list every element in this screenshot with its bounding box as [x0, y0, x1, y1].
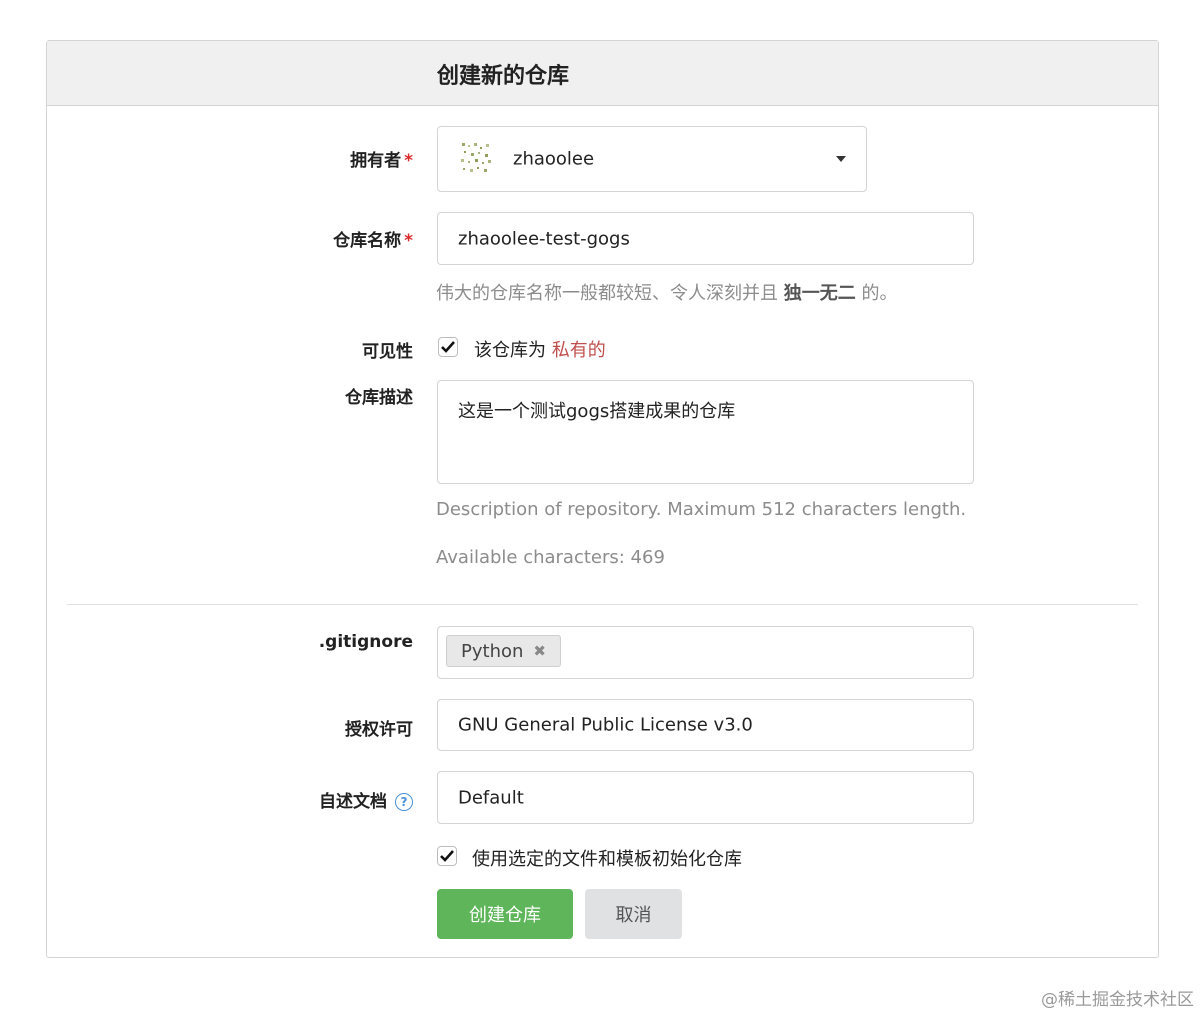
required-mark: * [404, 151, 413, 171]
description-help: Description of repository. Maximum 512 c… [436, 499, 967, 520]
panel-header: 创建新的仓库 [47, 41, 1158, 106]
dropdown-caret-icon [836, 156, 846, 162]
repo-name-label: 仓库名称 * [333, 231, 413, 251]
remove-chip-icon[interactable]: ✖ [533, 642, 546, 660]
visibility-label: 可见性 [362, 342, 413, 362]
description-value: 这是一个测试gogs搭建成果的仓库 [458, 401, 736, 422]
avatar [461, 143, 491, 172]
owner-name: zhaoolee [513, 148, 595, 170]
required-mark: * [404, 231, 413, 251]
owner-label: 拥有者 * [350, 151, 413, 171]
check-icon [440, 850, 454, 862]
create-repo-panel: 创建新的仓库 拥有者 * zhaoolee 仓库名称 * zhaoolee-test… [46, 40, 1159, 958]
private-checkbox-label[interactable]: 该仓库为 私有的 [474, 336, 606, 362]
license-label: 授权许可 [345, 720, 413, 740]
repo-name-help: 伟大的仓库名称一般都较短、令人深刻并且 独一无二 的。 [436, 283, 898, 304]
readme-label: 自述文档? [319, 787, 413, 812]
auto-init-checkbox[interactable] [437, 846, 457, 866]
license-select[interactable]: GNU General Public License v3.0 [437, 699, 974, 751]
gitignore-select[interactable]: Python ✖ [437, 626, 974, 679]
owner-dropdown[interactable]: zhaoolee [437, 126, 867, 192]
gitignore-chip[interactable]: Python ✖ [446, 635, 561, 667]
description-textarea[interactable]: 这是一个测试gogs搭建成果的仓库 [437, 380, 974, 484]
page-title: 创建新的仓库 [437, 64, 570, 89]
auto-init-label[interactable]: 使用选定的文件和模板初始化仓库 [472, 845, 742, 871]
watermark: @稀土掘金技术社区 [1041, 990, 1194, 1010]
repo-name-input[interactable]: zhaoolee-test-gogs [437, 212, 974, 265]
question-circle-icon[interactable]: ? [395, 793, 413, 811]
readme-select[interactable]: Default [437, 771, 974, 824]
divider [67, 604, 1138, 605]
create-repo-button[interactable]: 创建仓库 [437, 889, 573, 939]
cancel-button[interactable]: 取消 [585, 889, 682, 939]
available-characters: Available characters: 469 [436, 547, 665, 568]
private-checkbox[interactable] [438, 337, 458, 357]
check-icon [441, 341, 455, 353]
gitignore-label: .gitignore [318, 632, 413, 652]
description-label: 仓库描述 [345, 388, 413, 408]
